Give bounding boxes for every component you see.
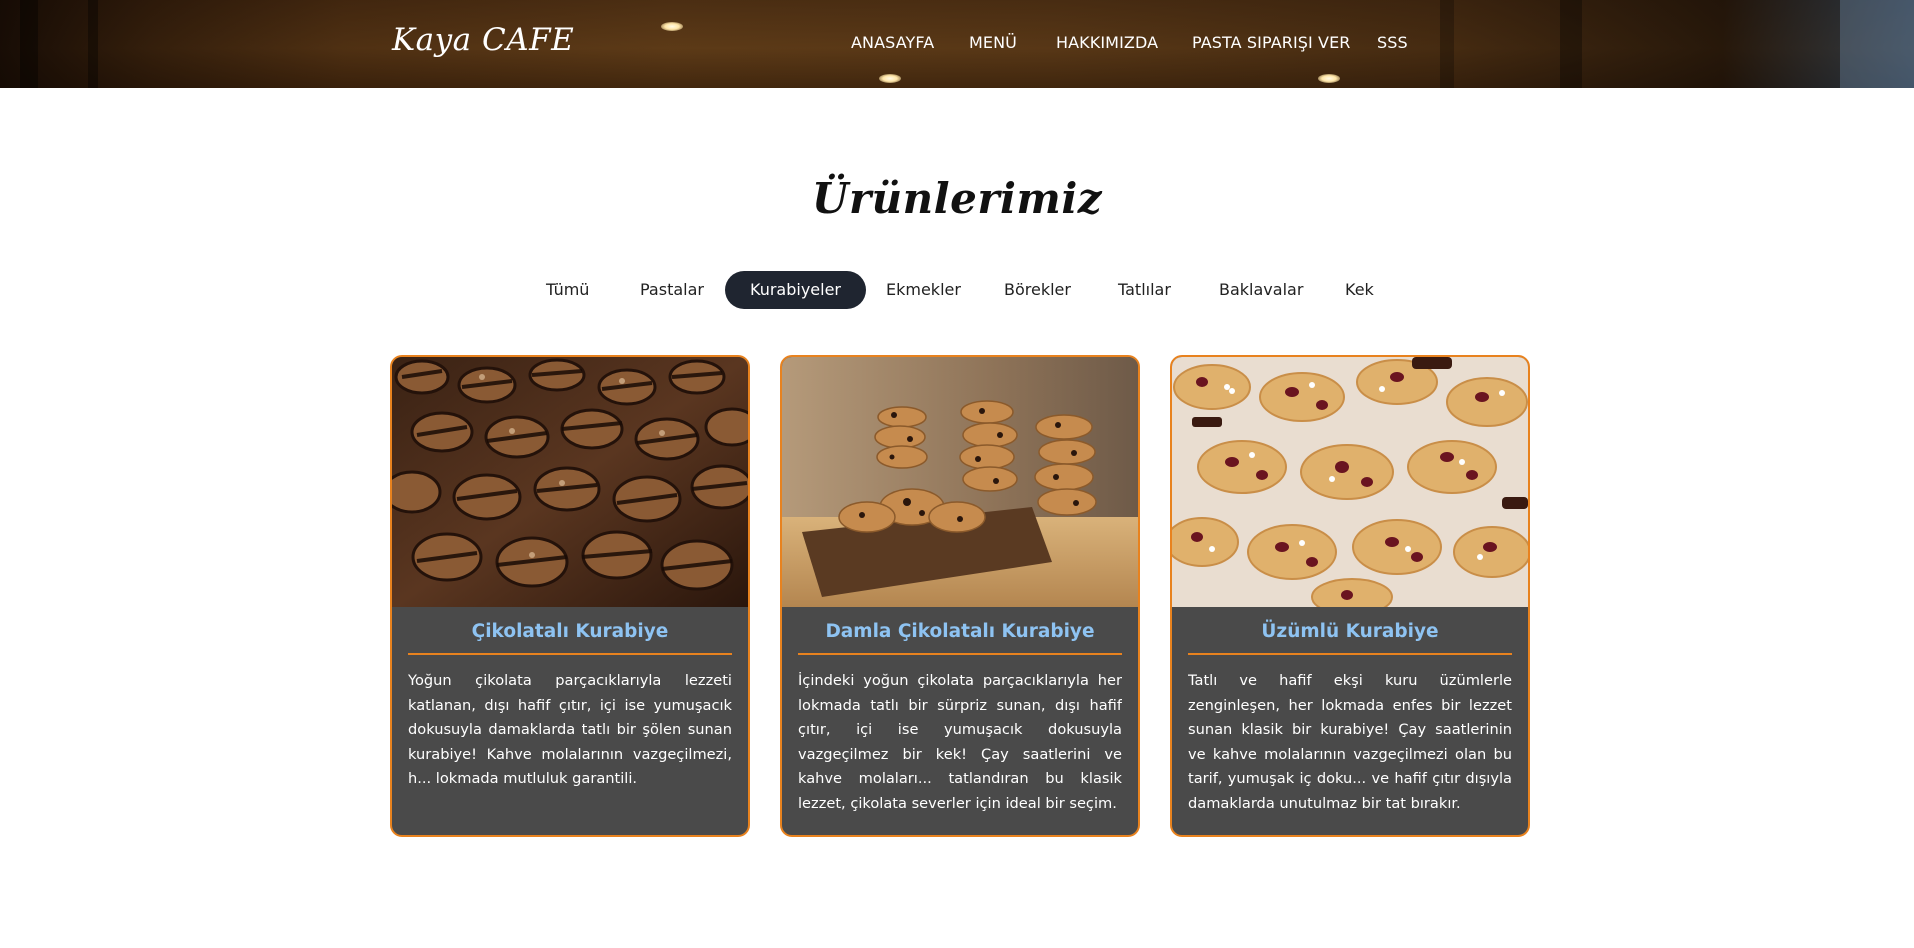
tab-kurabiyeler[interactable]: Kurabiyeler: [725, 271, 866, 309]
ceiling-light: [1318, 74, 1340, 83]
header-beam: [1440, 0, 1454, 88]
product-image-chocolate-chip-cookies: [782, 357, 1138, 607]
ceiling-light: [661, 22, 683, 31]
product-card[interactable]: Damla Çikolatalı Kurabiye İçindeki yoğun…: [780, 355, 1140, 837]
ceiling-light: [879, 74, 901, 83]
tab-tatlilar[interactable]: Tatlılar: [1093, 271, 1196, 309]
nav-item-hakkimizda[interactable]: HAKKIMIZDA: [1056, 33, 1158, 52]
nav-item-menu[interactable]: MENÜ: [969, 33, 1017, 52]
tab-borekler[interactable]: Börekler: [979, 271, 1096, 309]
product-card[interactable]: Üzümlü Kurabiye Tatlı ve hafif ekşi kuru…: [1170, 355, 1530, 837]
product-description: Tatlı ve hafif ekşi kuru üzümlerle zengi…: [1188, 672, 1512, 812]
product-image-chocolate-cookies: [392, 357, 748, 607]
nav-item-pasta-siparisi[interactable]: PASTA SIPARIŞI VER: [1192, 33, 1351, 52]
product-title: Üzümlü Kurabiye: [1261, 621, 1439, 642]
header-window: [1840, 0, 1914, 88]
product-image-raisin-cookies: [1172, 357, 1528, 607]
nav-item-sss[interactable]: SSS: [1377, 33, 1408, 52]
hero-header: Kaya CAFE ANASAYFA MENÜ HAKKIMIZDA PASTA…: [0, 0, 1914, 88]
product-description: Yoğun çikolata parçacıklarıyla lezzeti k…: [408, 672, 732, 787]
section-title: Ürünlerimiz: [811, 174, 1103, 223]
header-beam: [1560, 0, 1582, 88]
tab-kek[interactable]: Kek: [1320, 271, 1399, 309]
title-divider: [798, 653, 1122, 655]
product-title: Çikolatalı Kurabiye: [471, 621, 669, 642]
brand-logo[interactable]: Kaya CAFE: [392, 22, 574, 58]
tab-pastalar[interactable]: Pastalar: [615, 271, 729, 309]
tab-tumu[interactable]: Tümü: [521, 271, 614, 309]
title-divider: [408, 653, 732, 655]
header-beam: [20, 0, 38, 88]
tab-baklavalar[interactable]: Baklavalar: [1194, 271, 1328, 309]
header-beam: [88, 0, 98, 88]
title-divider: [1188, 653, 1512, 655]
nav-item-anasayfa[interactable]: ANASAYFA: [851, 33, 934, 52]
product-title: Damla Çikolatalı Kurabiye: [825, 621, 1095, 642]
product-description: İçindeki yoğun çikolata parçacıklarıyla …: [798, 672, 1122, 812]
tab-ekmekler[interactable]: Ekmekler: [861, 271, 986, 309]
product-card[interactable]: Çikolatalı Kurabiye Yoğun çikolata parça…: [390, 355, 750, 837]
